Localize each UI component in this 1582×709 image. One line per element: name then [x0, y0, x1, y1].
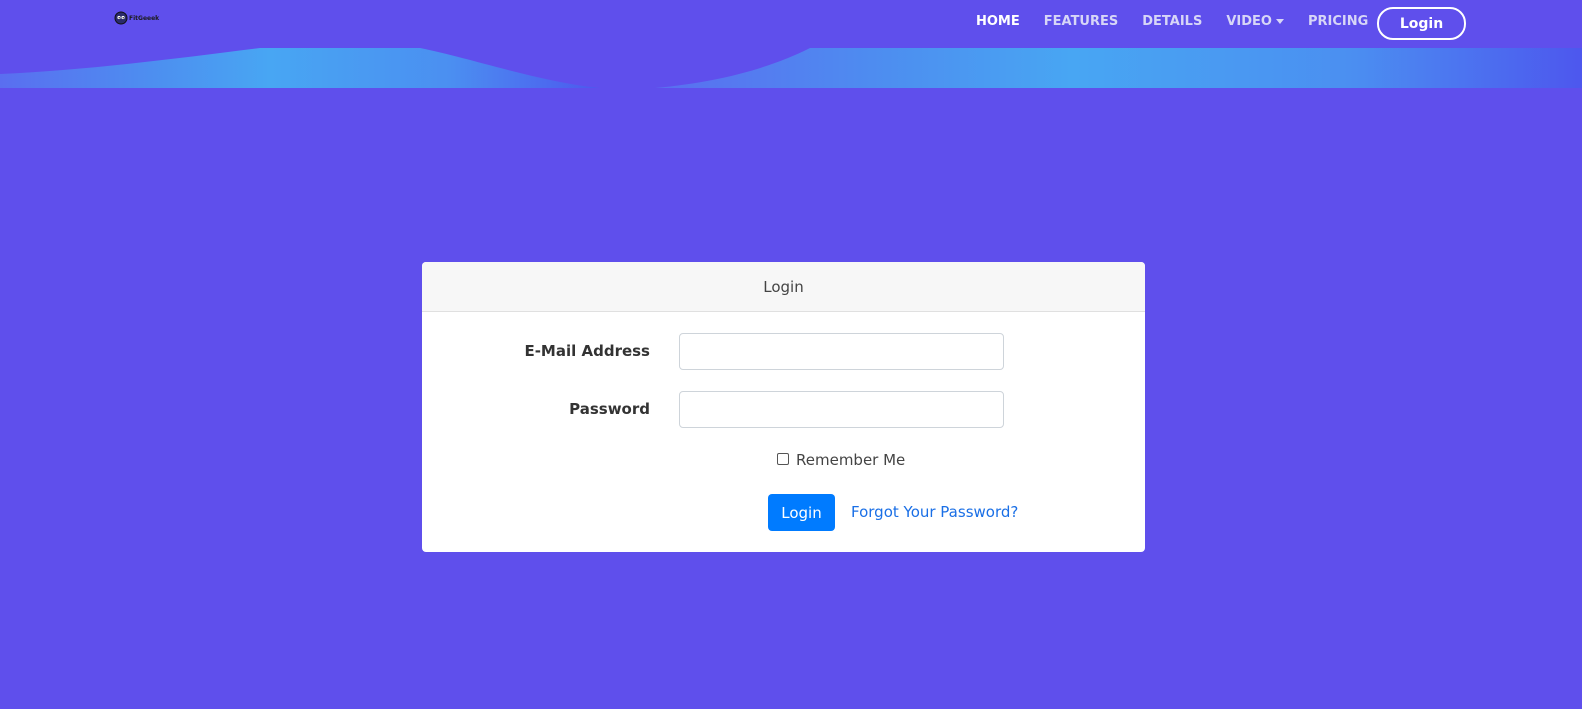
brand-name: FitGeeek: [129, 14, 160, 22]
login-submit-button[interactable]: Login: [768, 494, 835, 531]
nav-item-video[interactable]: VIDEO: [1226, 14, 1284, 29]
main-nav: HOME FEATURES DETAILS VIDEO PRICING: [976, 14, 1368, 29]
email-field[interactable]: [679, 333, 1004, 370]
login-card: Login E-Mail Address Password Remember M…: [422, 262, 1145, 552]
nav-item-home[interactable]: HOME: [976, 14, 1020, 29]
nav-item-details[interactable]: DETAILS: [1142, 14, 1202, 29]
password-label: Password: [569, 400, 650, 418]
email-label: E-Mail Address: [524, 342, 650, 360]
forgot-password-link[interactable]: Forgot Your Password?: [851, 503, 1018, 521]
remember-me-checkbox[interactable]: [777, 452, 789, 465]
password-field[interactable]: [679, 391, 1004, 428]
brand-logo[interactable]: FitGeeek: [114, 11, 159, 25]
cloud-eyes-icon: [114, 11, 128, 25]
login-card-title: Login: [422, 262, 1145, 312]
remember-me-label[interactable]: Remember Me: [796, 451, 905, 469]
nav-login-button[interactable]: Login: [1377, 7, 1466, 40]
header-wave-decoration: [0, 48, 1582, 88]
nav-item-pricing[interactable]: PRICING: [1308, 14, 1368, 29]
chevron-down-icon: [1275, 19, 1284, 24]
top-navbar: FitGeeek HOME FEATURES DETAILS VIDEO PRI…: [0, 0, 1582, 48]
nav-item-features[interactable]: FEATURES: [1044, 14, 1119, 29]
nav-item-video-label: VIDEO: [1226, 14, 1272, 29]
remember-me: Remember Me: [777, 451, 905, 469]
